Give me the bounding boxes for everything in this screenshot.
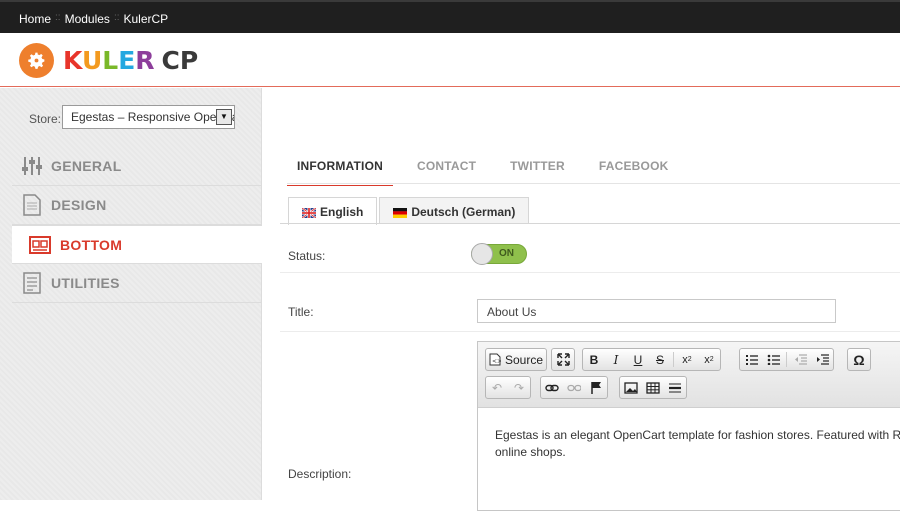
logo-letter: U — [81, 46, 103, 75]
breadcrumb-kulercp[interactable]: KulerCP — [124, 12, 169, 26]
logo-word-kuler: KULER — [63, 46, 155, 75]
tab-language-german[interactable]: Deutsch (German) — [379, 197, 530, 224]
tab-contact[interactable]: CONTACT — [407, 148, 486, 186]
maximize-icon[interactable] — [552, 349, 574, 370]
status-toggle[interactable]: ON — [471, 243, 527, 265]
language-tabs: English Deutsch (German) — [288, 197, 531, 225]
title-input-value: About Us — [487, 305, 537, 319]
main-panel: INFORMATION CONTACT TWITTER FACEBOOK Eng… — [262, 88, 900, 511]
numbered-list-icon[interactable] — [740, 349, 762, 370]
layout-bottom-icon — [29, 234, 51, 256]
store-label: Store: — [29, 112, 62, 126]
logo-letter: E — [118, 46, 136, 75]
tabs-divider — [287, 183, 900, 184]
header: KULER CP — [0, 33, 900, 87]
store-select[interactable]: Egestas – Responsive OpenCart ▼ — [62, 105, 235, 129]
sidebar-item-label: DESIGN — [51, 197, 107, 213]
sidebar-item-utilities[interactable]: UTILITIES — [12, 264, 262, 303]
underline-icon[interactable]: U — [627, 349, 649, 370]
top-bar: Home :: Modules :: KulerCP — [0, 0, 900, 33]
gear-logo-icon — [19, 43, 54, 78]
logo-letter: K — [63, 46, 82, 75]
italic-icon[interactable]: I — [605, 349, 627, 370]
description-label: Description: — [288, 467, 352, 481]
breadcrumb-separator: :: — [55, 12, 61, 23]
special-char-icon[interactable]: Ω — [848, 349, 870, 370]
toolbar-group-undo: ↶ ↷ — [485, 376, 531, 399]
checklist-icon — [21, 272, 43, 294]
link-icon[interactable] — [541, 377, 563, 398]
section-tabs: INFORMATION CONTACT TWITTER FACEBOOK — [287, 148, 692, 186]
indent-icon[interactable] — [811, 349, 833, 370]
superscript-icon[interactable]: x2 — [698, 349, 720, 370]
toolbar-group-insert — [619, 376, 687, 399]
outdent-icon[interactable] — [789, 349, 811, 370]
toolbar-group-lists — [739, 348, 834, 371]
toolbar-separator — [673, 352, 674, 367]
editor-toolbar: <> Source B I U S x2 x2 — [478, 342, 900, 408]
sidebar-item-design[interactable]: DESIGN — [12, 186, 262, 225]
strike-icon[interactable]: S — [649, 349, 671, 370]
anchor-icon[interactable] — [585, 377, 607, 398]
description-text-line: online shops. — [495, 445, 566, 459]
logo-letter: R — [135, 46, 155, 75]
editor-content[interactable]: Egestas is an elegant OpenCart template … — [495, 427, 900, 461]
unlink-icon[interactable] — [563, 377, 585, 398]
image-icon[interactable] — [620, 377, 642, 398]
sidebar: Store: Egestas – Responsive OpenCart ▼ G… — [0, 88, 262, 500]
toolbar-group-special: Ω — [847, 348, 871, 371]
redo-icon[interactable]: ↷ — [508, 377, 530, 398]
breadcrumb-modules[interactable]: Modules — [65, 12, 110, 26]
sidebar-item-bottom[interactable]: BOTTOM — [12, 225, 262, 264]
toolbar-separator — [786, 352, 787, 367]
breadcrumb: Home :: Modules :: KulerCP — [19, 12, 168, 26]
tab-information[interactable]: INFORMATION — [287, 148, 393, 186]
horizontal-rule-icon[interactable] — [664, 377, 686, 398]
logo-wordmark: KULER CP — [63, 46, 198, 75]
sidebar-item-label: UTILITIES — [51, 275, 120, 291]
logo-word-cp: CP — [161, 46, 199, 75]
logo-letter: L — [102, 46, 119, 75]
sliders-icon — [21, 155, 43, 177]
tab-facebook[interactable]: FACEBOOK — [589, 148, 679, 186]
toggle-knob[interactable] — [471, 243, 493, 265]
language-label: English — [320, 205, 364, 219]
source-button[interactable]: <> Source — [486, 349, 546, 370]
row-divider — [280, 331, 900, 332]
document-icon — [21, 194, 43, 216]
language-label: Deutsch (German) — [411, 205, 516, 219]
title-input[interactable]: About Us — [477, 299, 836, 323]
undo-icon[interactable]: ↶ — [486, 377, 508, 398]
language-tabs-divider — [280, 223, 900, 224]
bullet-list-icon[interactable] — [762, 349, 784, 370]
sidebar-item-general[interactable]: GENERAL — [12, 147, 262, 186]
tab-twitter[interactable]: TWITTER — [500, 148, 575, 186]
bold-icon[interactable]: B — [583, 349, 605, 370]
breadcrumb-home[interactable]: Home — [19, 12, 51, 26]
toolbar-group-links — [540, 376, 608, 399]
uk-flag-icon — [301, 207, 317, 219]
status-label: Status: — [288, 249, 326, 263]
subscript-icon[interactable]: x2 — [676, 349, 698, 370]
row-divider — [280, 272, 900, 273]
toggle-state-text: ON — [499, 248, 514, 259]
toolbar-group-maximize — [551, 348, 575, 371]
store-select-value: Egestas – Responsive OpenCart — [71, 110, 235, 124]
title-label: Title: — [288, 305, 314, 319]
table-icon[interactable] — [642, 377, 664, 398]
toolbar-group-source: <> Source — [485, 348, 548, 371]
source-label: Source — [505, 352, 544, 367]
source-icon: <> — [489, 353, 501, 366]
german-flag-icon — [393, 207, 408, 218]
description-text-line: Egestas is an elegant OpenCart template … — [495, 428, 900, 442]
svg-text:<>: <> — [492, 358, 501, 365]
rich-text-editor: <> Source B I U S x2 x2 — [477, 341, 900, 511]
dropdown-arrow-icon[interactable]: ▼ — [216, 109, 232, 125]
breadcrumb-separator: :: — [113, 12, 120, 23]
sidebar-item-label: BOTTOM — [60, 236, 123, 253]
sidebar-item-label: GENERAL — [51, 158, 122, 174]
tab-language-english[interactable]: English — [288, 197, 378, 225]
toolbar-group-basic-styles: B I U S x2 x2 — [582, 348, 721, 371]
